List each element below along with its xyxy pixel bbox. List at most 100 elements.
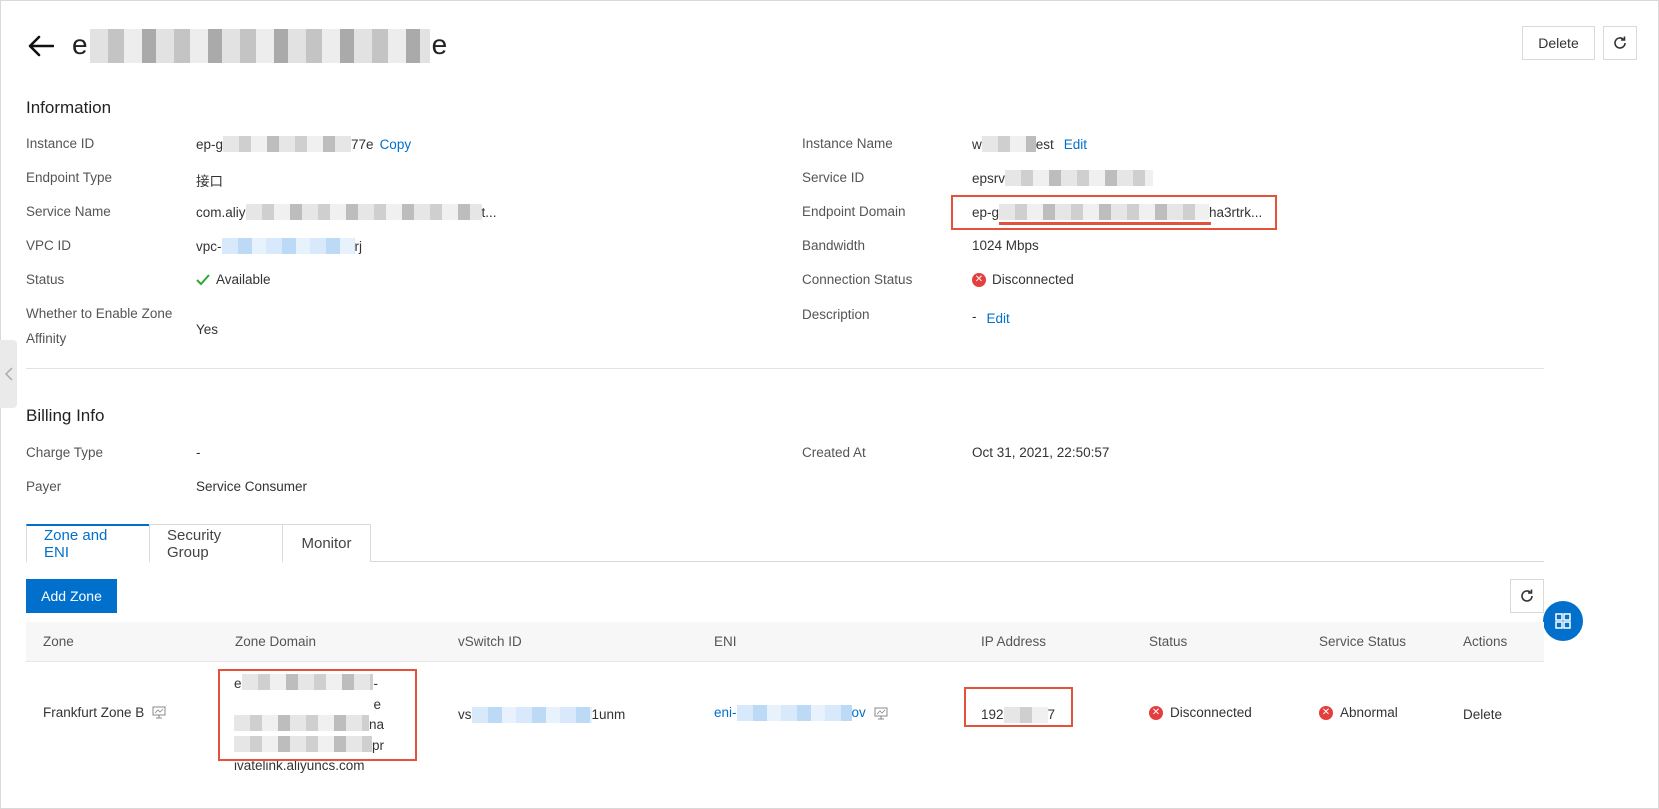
vpc-id-row: VPC ID vpc- rj <box>26 238 362 254</box>
bandwidth-value: 1024 Mbps <box>972 238 1039 253</box>
check-icon <box>196 273 210 286</box>
eni-link[interactable]: eni- ov <box>714 705 866 721</box>
tab-monitor[interactable]: Monitor <box>282 524 371 562</box>
endpoint-domain-label: Endpoint Domain <box>802 204 906 219</box>
vpc-id-prefix: vpc- <box>196 238 222 254</box>
status-cell: ✕ Disconnected <box>1149 705 1252 720</box>
table-refresh-button[interactable] <box>1510 579 1544 613</box>
status-row: Status Available <box>26 272 271 287</box>
page-title: ee <box>72 29 447 64</box>
column-header-status: Status <box>1149 634 1188 649</box>
vswitch-id-link[interactable]: vs 1unm <box>458 707 625 723</box>
column-header-eni: ENI <box>714 634 737 649</box>
back-arrow-icon[interactable] <box>26 31 56 61</box>
tab-zone-and-eni[interactable]: Zone and ENI <box>26 524 150 562</box>
edit-description-link[interactable]: Edit <box>987 311 1010 326</box>
eni-cell: eni- ov <box>714 705 888 721</box>
instance-name-label: Instance Name <box>802 136 893 151</box>
page-header: ee <box>26 24 447 68</box>
section-divider <box>26 368 1544 369</box>
copy-link[interactable]: Copy <box>380 137 412 152</box>
charge-type-row: Charge Type - <box>26 445 201 460</box>
payer-value: Service Consumer <box>196 479 308 494</box>
service-name-prefix: com.aliy <box>196 204 246 220</box>
monitor-icon[interactable] <box>874 707 888 720</box>
description-text: - <box>972 309 977 324</box>
instance-name-suffix: est <box>1035 136 1054 152</box>
tab-security-group[interactable]: Security Group <box>149 524 283 562</box>
instance-id-row: Instance ID ep-g 77e Copy <box>26 136 411 152</box>
endpoint-domain-underline <box>999 222 1211 225</box>
zone-cell: Frankfurt Zone B <box>43 705 166 720</box>
delete-button[interactable]: Delete <box>1522 26 1595 60</box>
column-header-zone: Zone <box>43 634 74 649</box>
description-row: Description - Edit <box>802 307 1010 326</box>
bandwidth-row: Bandwidth 1024 Mbps <box>802 238 1039 253</box>
edit-name-link[interactable]: Edit <box>1064 137 1087 152</box>
column-header-actions: Actions <box>1463 634 1508 649</box>
ip-address-highlight <box>964 687 1073 727</box>
zone-domain-highlight <box>218 669 417 761</box>
connection-status-value: ✕ Disconnected <box>972 272 1074 287</box>
payer-row: Payer Service Consumer <box>26 479 307 494</box>
instance-id-label: Instance ID <box>26 136 95 151</box>
eni-suffix: ov <box>851 705 866 720</box>
description-label: Description <box>802 307 870 322</box>
instance-id-suffix: 77e <box>351 136 374 152</box>
endpoint-type-row: Endpoint Type 接口 <box>26 170 223 190</box>
sidebar-collapse-handle[interactable] <box>0 340 17 408</box>
description-value: - Edit <box>972 307 1010 326</box>
redacted-mask <box>981 136 1036 152</box>
top-actions: Delete <box>1522 26 1637 60</box>
redacted-mask <box>736 705 852 721</box>
connection-status-text: Disconnected <box>992 272 1074 287</box>
created-at-value: Oct 31, 2021, 22:50:57 <box>972 445 1110 460</box>
connection-status-row: Connection Status ✕ Disconnected <box>802 272 1074 287</box>
redacted-mask <box>223 136 352 152</box>
instance-id-prefix: ep-g <box>196 136 224 152</box>
endpoint-type-label: Endpoint Type <box>26 170 113 185</box>
column-header-service-status: Service Status <box>1319 634 1407 649</box>
error-icon: ✕ <box>1149 705 1163 720</box>
vpc-id-link[interactable]: vpc- rj <box>196 238 362 254</box>
service-id-label: Service ID <box>802 170 865 185</box>
instance-name-value: w est Edit <box>972 136 1087 152</box>
service-status-text: Abnormal <box>1340 705 1398 720</box>
vswitch-suffix: 1unm <box>591 707 626 722</box>
redacted-title-mask <box>89 29 430 64</box>
chevron-left-icon <box>4 367 13 381</box>
row-delete-link[interactable]: Delete <box>1463 707 1502 722</box>
redacted-mask <box>221 238 355 254</box>
add-zone-button[interactable]: Add Zone <box>26 579 117 613</box>
charge-type-value: - <box>196 445 201 460</box>
floating-apps-button[interactable] <box>1543 601 1583 641</box>
column-header-zone-domain: Zone Domain <box>235 634 317 649</box>
page-title-prefix: e <box>72 28 88 60</box>
created-at-row: Created At Oct 31, 2021, 22:50:57 <box>802 445 1109 460</box>
refresh-icon <box>1612 35 1628 51</box>
status-text: Available <box>216 272 271 287</box>
table-row: Frankfurt Zone B e -e na pr ivatelink.al… <box>26 662 1544 773</box>
error-icon: ✕ <box>972 272 986 287</box>
status-label: Status <box>26 272 65 287</box>
service-status-cell: ✕ Abnormal <box>1319 705 1398 720</box>
tabs: Zone and ENI Security Group Monitor <box>26 524 371 562</box>
zone-name: Frankfurt Zone B <box>43 705 145 720</box>
column-header-vswitch-id: vSwitch ID <box>458 634 522 649</box>
instance-name-prefix: w <box>972 136 982 152</box>
vswitch-prefix: vs <box>458 707 472 722</box>
status-value: Available <box>196 272 271 287</box>
vpc-id-label: VPC ID <box>26 238 72 253</box>
error-icon: ✕ <box>1319 705 1333 720</box>
bandwidth-label: Bandwidth <box>802 238 866 253</box>
table-header: Zone Zone Domain vSwitch ID ENI IP Addre… <box>26 622 1544 662</box>
zone-affinity-value: Yes <box>196 321 219 337</box>
charge-type-label: Charge Type <box>26 445 104 460</box>
monitor-icon[interactable] <box>152 706 166 719</box>
refresh-button[interactable] <box>1603 26 1637 60</box>
redacted-mask <box>471 707 592 723</box>
status-text: Disconnected <box>1170 705 1252 720</box>
service-id-prefix: epsrv <box>972 170 1006 186</box>
connection-status-label: Connection Status <box>802 272 913 287</box>
refresh-icon <box>1519 588 1535 604</box>
